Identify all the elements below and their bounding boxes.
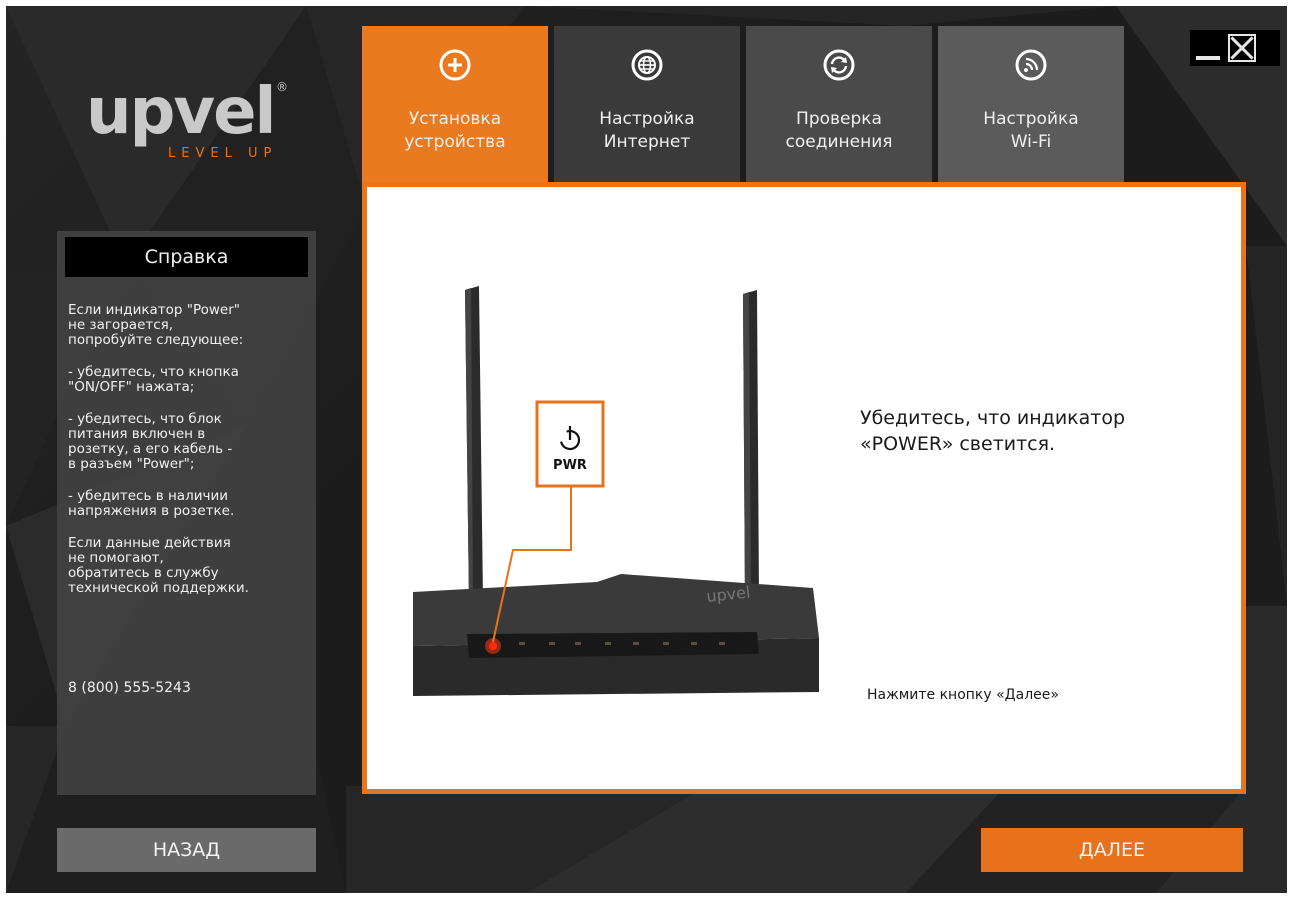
minimize-icon[interactable] <box>1194 34 1222 62</box>
pwr-callout <box>535 400 605 488</box>
tab-label-line1: Настройка <box>983 109 1079 129</box>
logo-wordmark: upvel <box>86 75 276 149</box>
tab-connection-check[interactable]: Проверка соединения <box>746 26 932 182</box>
router-illustration: upvel PWR <box>413 286 819 696</box>
close-icon[interactable] <box>1228 34 1256 62</box>
help-body: Если индикатор "Power" не загорается, по… <box>68 303 308 613</box>
tab-label-line1: Проверка <box>796 109 882 129</box>
wifi-icon <box>1015 49 1047 81</box>
tab-label: Настройка Wi-Fi <box>938 108 1124 154</box>
pwr-label: PWR <box>553 458 587 473</box>
instruction-line1: Убедитесь, что индикатор <box>860 407 1126 429</box>
help-paragraph: Если данные действия не помогают, обрати… <box>68 535 249 596</box>
tab-label: Установка устройства <box>362 108 548 154</box>
content-panel: upvel PWR Убедитесь, что индикатор «POWE… <box>362 182 1246 794</box>
window-controls <box>1190 30 1280 66</box>
installer-window: upvel ® LEVEL UP Установка устройства На… <box>6 6 1287 893</box>
upvel-logo: upvel ® LEVEL UP <box>86 72 296 172</box>
tab-label-line2: Wi-Fi <box>1010 132 1052 152</box>
plus-circle-icon <box>439 49 471 81</box>
back-button[interactable]: НАЗАД <box>57 828 316 872</box>
logo-registered-mark: ® <box>276 80 288 94</box>
instruction-line2: «POWER» светится. <box>860 433 1056 455</box>
tab-label-line1: Установка <box>408 109 502 129</box>
help-paragraph: - убедитесь в наличии напряжения в розет… <box>68 488 235 519</box>
tab-device-setup[interactable]: Установка устройства <box>362 26 548 182</box>
tab-wifi-setup[interactable]: Настройка Wi-Fi <box>938 26 1124 182</box>
refresh-icon <box>823 49 855 81</box>
help-paragraph: - убедитесь, что кнопка "ON/OFF" нажата; <box>68 364 239 395</box>
tab-internet-setup[interactable]: Настройка Интернет <box>554 26 740 182</box>
help-title: Справка <box>65 237 308 277</box>
tab-label-line1: Настройка <box>599 109 695 129</box>
tab-label: Проверка соединения <box>746 108 932 154</box>
tab-label-line2: устройства <box>404 132 506 152</box>
next-button[interactable]: ДАЛЕЕ <box>981 828 1243 872</box>
tab-label: Настройка Интернет <box>554 108 740 154</box>
instruction-text: Убедитесь, что индикатор «POWER» светитс… <box>860 405 1220 457</box>
next-hint: Нажмите кнопку «Далее» <box>867 687 1059 703</box>
logo-tagline: LEVEL UP <box>168 146 278 161</box>
tab-label-line2: соединения <box>785 132 893 152</box>
help-paragraph: - убедитесь, что блок питания включен в … <box>68 411 233 472</box>
tab-label-line2: Интернет <box>603 132 691 152</box>
help-panel: Справка Если индикатор "Power" не загора… <box>57 231 316 795</box>
globe-icon <box>631 49 663 81</box>
support-phone: 8 (800) 555-5243 <box>68 680 191 696</box>
power-led <box>489 642 497 650</box>
help-paragraph: Если индикатор "Power" не загорается, по… <box>68 302 244 348</box>
